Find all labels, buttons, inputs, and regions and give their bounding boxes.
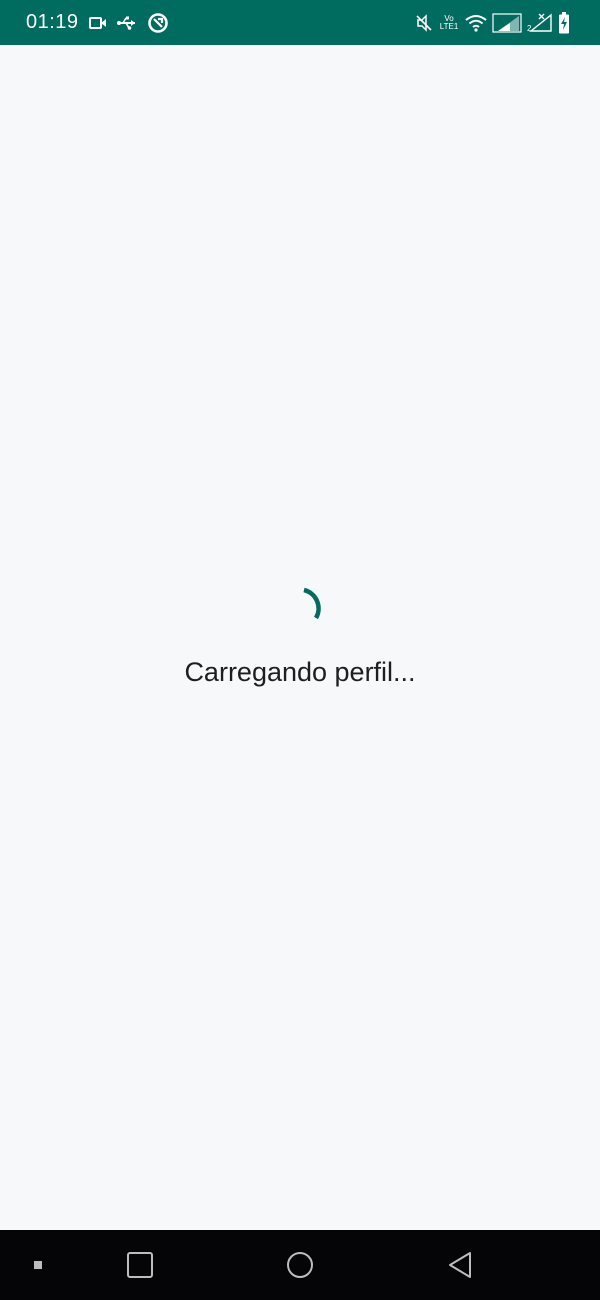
svg-text:1: 1 <box>495 23 500 32</box>
svg-text:2: 2 <box>527 24 532 33</box>
recents-button[interactable] <box>115 1230 165 1300</box>
loading-text: Carregando perfil... <box>184 657 416 687</box>
status-left: 01:19 <box>26 0 169 45</box>
usb-icon <box>116 16 137 30</box>
loading-spinner <box>303 587 321 620</box>
home-button[interactable] <box>274 1230 326 1300</box>
navigation-bar <box>0 1230 600 1300</box>
signal-sim1-icon: 1 <box>492 12 522 33</box>
status-bar: 01:19 Vo LTE1 1 2 <box>0 0 600 45</box>
menu-dot-button[interactable] <box>18 1230 58 1300</box>
mute-icon <box>415 13 433 32</box>
battery-charging-icon <box>558 11 570 34</box>
volte-bottom-label: LTE1 <box>439 21 459 31</box>
back-icon <box>449 1252 471 1278</box>
recents-icon <box>127 1252 153 1278</box>
status-right: Vo LTE1 1 2 <box>415 0 570 45</box>
clock: 01:19 <box>26 11 79 33</box>
home-icon <box>287 1252 313 1278</box>
data-saver-icon <box>147 12 169 34</box>
video-camera-icon <box>88 16 107 30</box>
wifi-icon <box>465 14 487 32</box>
main-content: Carregando perfil... <box>0 45 600 1230</box>
back-button[interactable] <box>434 1230 486 1300</box>
menu-dot-icon <box>34 1261 42 1269</box>
screen: 01:19 Vo LTE1 1 2 Carregando perfil... <box>0 0 600 1300</box>
volte-icon: Vo LTE1 <box>438 14 460 31</box>
signal-sim2-icon: 2 <box>527 13 553 33</box>
